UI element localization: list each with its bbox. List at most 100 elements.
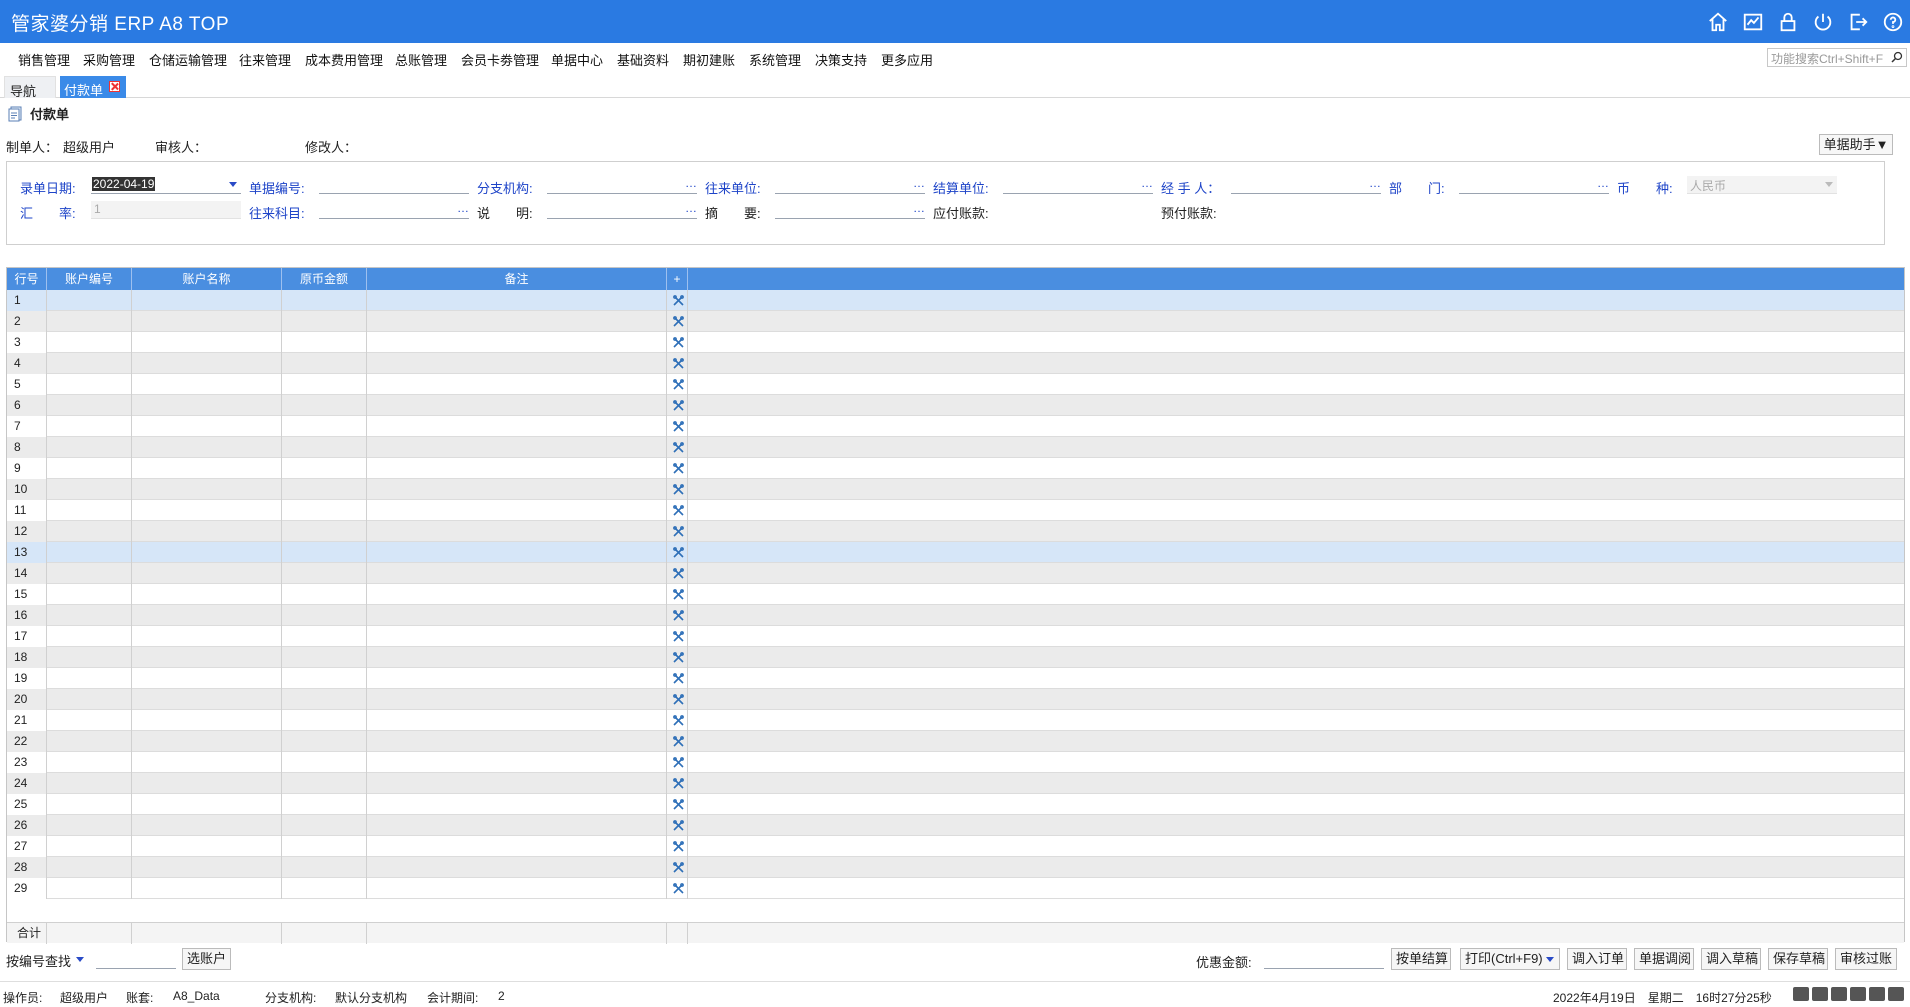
table-cell[interactable] bbox=[367, 836, 667, 857]
table-row[interactable]: 9 bbox=[7, 458, 1904, 479]
table-cell[interactable] bbox=[132, 542, 282, 563]
delete-row-icon[interactable] bbox=[672, 672, 685, 685]
ellipsis-icon[interactable]: … bbox=[913, 201, 925, 215]
table-row[interactable]: 18 bbox=[7, 647, 1904, 668]
table-cell[interactable] bbox=[47, 563, 132, 584]
table-cell[interactable] bbox=[367, 857, 667, 878]
table-cell[interactable] bbox=[47, 479, 132, 500]
table-cell[interactable] bbox=[282, 290, 367, 311]
tab-navigation[interactable]: 导航 bbox=[4, 76, 56, 99]
table-cell[interactable] bbox=[282, 584, 367, 605]
table-cell[interactable] bbox=[47, 521, 132, 542]
delete-row-icon[interactable] bbox=[672, 609, 685, 622]
table-cell[interactable] bbox=[132, 374, 282, 395]
delete-row-icon[interactable] bbox=[672, 336, 685, 349]
table-cell[interactable] bbox=[132, 710, 282, 731]
exit-icon[interactable] bbox=[1846, 10, 1869, 33]
table-cell[interactable] bbox=[367, 395, 667, 416]
menu-sales[interactable]: 销售管理 bbox=[18, 50, 70, 69]
delete-row-icon[interactable] bbox=[672, 441, 685, 454]
approve-post-button[interactable]: 审核过账 bbox=[1835, 948, 1897, 970]
table-cell[interactable] bbox=[282, 605, 367, 626]
table-row[interactable]: 20 bbox=[7, 689, 1904, 710]
table-row[interactable]: 23 bbox=[7, 752, 1904, 773]
table-cell[interactable] bbox=[282, 773, 367, 794]
table-cell[interactable] bbox=[282, 521, 367, 542]
table-row[interactable]: 3 bbox=[7, 332, 1904, 353]
table-cell[interactable] bbox=[47, 605, 132, 626]
table-cell[interactable] bbox=[47, 710, 132, 731]
menu-documents[interactable]: 单据中心 bbox=[551, 50, 603, 69]
table-cell[interactable] bbox=[47, 647, 132, 668]
delete-row-icon[interactable] bbox=[672, 735, 685, 748]
chevron-down-icon[interactable] bbox=[1825, 182, 1833, 187]
discount-input[interactable] bbox=[1264, 949, 1384, 969]
table-cell[interactable] bbox=[132, 836, 282, 857]
table-row[interactable]: 22 bbox=[7, 731, 1904, 752]
table-cell[interactable] bbox=[367, 311, 667, 332]
table-cell[interactable] bbox=[132, 815, 282, 836]
menu-accounts[interactable]: 往来管理 bbox=[239, 50, 291, 69]
ellipsis-icon[interactable]: … bbox=[1597, 176, 1609, 190]
delete-row-icon[interactable] bbox=[672, 693, 685, 706]
table-cell[interactable] bbox=[47, 857, 132, 878]
table-cell[interactable] bbox=[367, 416, 667, 437]
chevron-down-icon[interactable] bbox=[1546, 957, 1554, 962]
import-draft-button[interactable]: 调入草稿 bbox=[1701, 948, 1761, 970]
settle-field[interactable]: … bbox=[1003, 176, 1153, 194]
save-draft-button[interactable]: 保存草稿 bbox=[1768, 948, 1828, 970]
dept-field[interactable]: … bbox=[1459, 176, 1609, 194]
table-cell[interactable] bbox=[132, 290, 282, 311]
delete-row-icon[interactable] bbox=[672, 756, 685, 769]
menu-more[interactable]: 更多应用 bbox=[881, 50, 933, 69]
table-cell[interactable] bbox=[367, 794, 667, 815]
table-cell[interactable] bbox=[282, 458, 367, 479]
import-order-button[interactable]: 调入订单 bbox=[1567, 948, 1627, 970]
delete-row-icon[interactable] bbox=[672, 462, 685, 475]
delete-row-icon[interactable] bbox=[672, 861, 685, 874]
table-cell[interactable] bbox=[282, 815, 367, 836]
add-column-button[interactable]: + bbox=[667, 268, 688, 290]
table-row[interactable]: 5 bbox=[7, 374, 1904, 395]
table-cell[interactable] bbox=[132, 794, 282, 815]
menu-purchase[interactable]: 采购管理 bbox=[83, 50, 135, 69]
table-cell[interactable] bbox=[367, 626, 667, 647]
table-cell[interactable] bbox=[282, 479, 367, 500]
table-cell[interactable] bbox=[132, 731, 282, 752]
home-icon[interactable] bbox=[1888, 987, 1904, 1001]
table-cell[interactable] bbox=[47, 584, 132, 605]
table-cell[interactable] bbox=[47, 374, 132, 395]
notes-icon[interactable] bbox=[1812, 987, 1828, 1001]
apps-icon[interactable] bbox=[1869, 987, 1885, 1001]
table-row[interactable]: 28 bbox=[7, 857, 1904, 878]
find-input[interactable] bbox=[96, 949, 176, 969]
table-cell[interactable] bbox=[47, 689, 132, 710]
table-cell[interactable] bbox=[47, 626, 132, 647]
table-cell[interactable] bbox=[282, 437, 367, 458]
ellipsis-icon[interactable]: … bbox=[1369, 176, 1381, 190]
delete-row-icon[interactable] bbox=[672, 294, 685, 307]
table-row[interactable]: 14 bbox=[7, 563, 1904, 584]
table-cell[interactable] bbox=[367, 668, 667, 689]
table-cell[interactable] bbox=[367, 689, 667, 710]
table-cell[interactable] bbox=[47, 794, 132, 815]
ellipsis-icon[interactable]: … bbox=[685, 201, 697, 215]
table-row[interactable]: 8 bbox=[7, 437, 1904, 458]
help-icon[interactable] bbox=[1881, 10, 1904, 33]
table-cell[interactable] bbox=[47, 752, 132, 773]
calculator-icon[interactable] bbox=[1831, 987, 1847, 1001]
table-cell[interactable] bbox=[367, 647, 667, 668]
currency-select[interactable]: 人民币 bbox=[1687, 176, 1837, 194]
lock-icon[interactable] bbox=[1776, 10, 1799, 33]
delete-row-icon[interactable] bbox=[672, 483, 685, 496]
table-cell[interactable] bbox=[282, 353, 367, 374]
table-row[interactable]: 2 bbox=[7, 311, 1904, 332]
table-cell[interactable] bbox=[47, 542, 132, 563]
handler-field[interactable]: … bbox=[1231, 176, 1381, 194]
table-row[interactable]: 17 bbox=[7, 626, 1904, 647]
chevron-down-icon[interactable] bbox=[229, 182, 237, 187]
table-cell[interactable] bbox=[367, 563, 667, 584]
table-cell[interactable] bbox=[282, 563, 367, 584]
ellipsis-icon[interactable]: … bbox=[685, 176, 697, 190]
delete-row-icon[interactable] bbox=[672, 378, 685, 391]
